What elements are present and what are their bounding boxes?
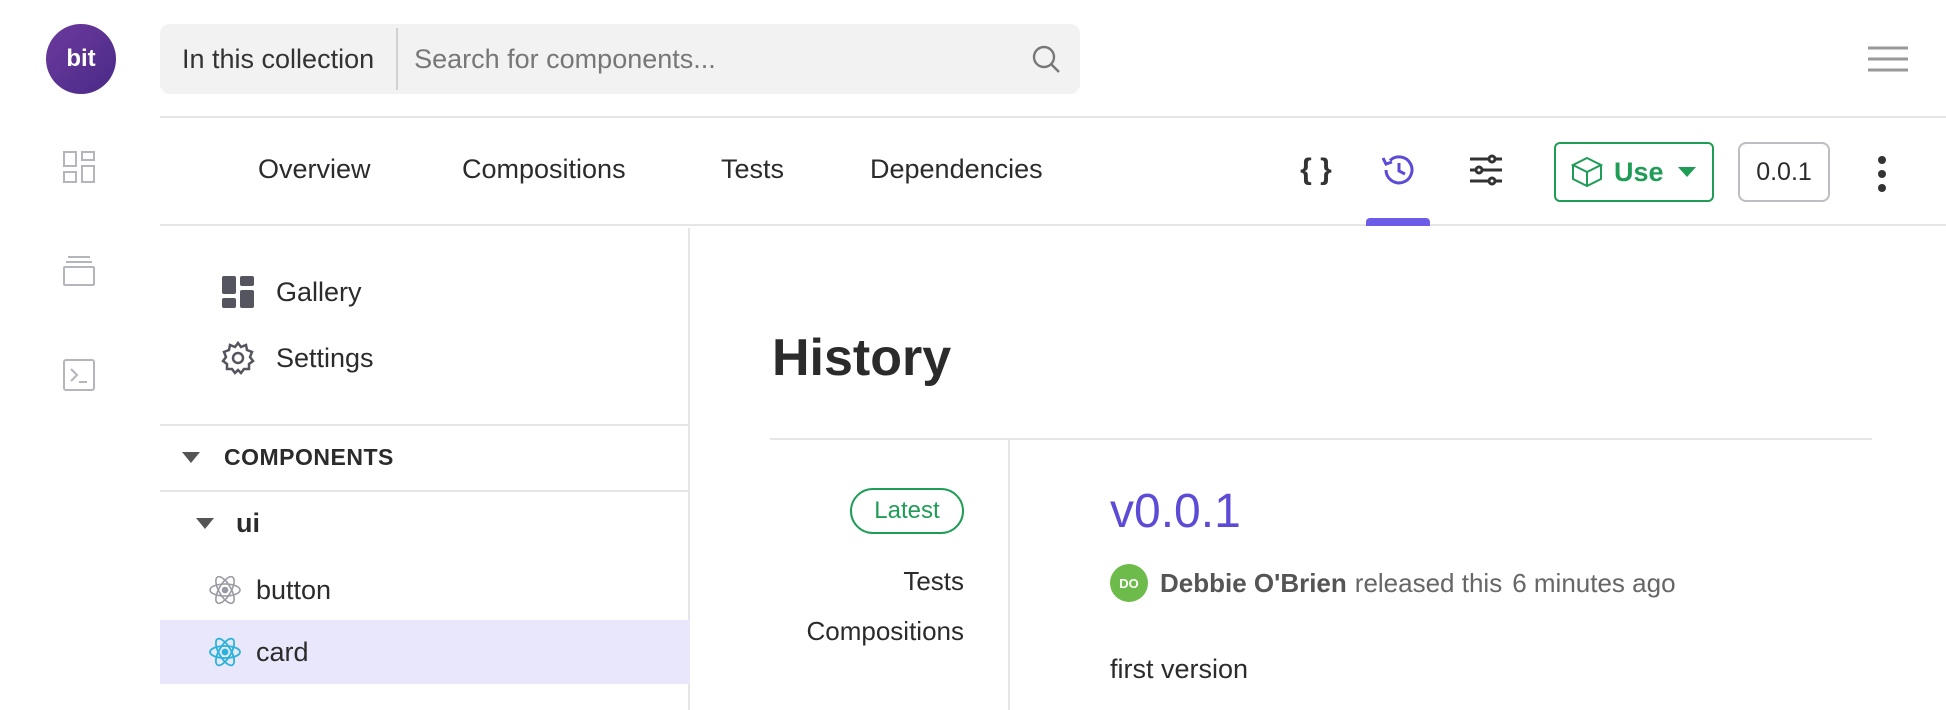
release-message: first version bbox=[1110, 654, 1249, 684]
search-icon[interactable] bbox=[1030, 43, 1062, 75]
version-title[interactable]: v0.0.1 bbox=[1110, 484, 1241, 539]
active-tab-indicator bbox=[1366, 218, 1430, 226]
tree-item-card[interactable]: card bbox=[160, 620, 690, 684]
compositions-link[interactable]: Compositions bbox=[764, 616, 964, 647]
settings-sliders-icon[interactable] bbox=[1466, 150, 1506, 190]
tree-namespace-ui[interactable]: ui bbox=[196, 508, 260, 539]
dashboard-icon[interactable] bbox=[62, 150, 96, 184]
react-icon bbox=[209, 637, 241, 667]
components-section-header[interactable]: COMPONENTS bbox=[160, 424, 690, 490]
tab-overview[interactable]: Overview bbox=[258, 154, 371, 185]
page-title: History bbox=[772, 329, 952, 387]
tests-link[interactable]: Tests bbox=[764, 566, 964, 597]
app-root: bit In this collection Overview Composit… bbox=[0, 0, 1946, 710]
release-time: 6 minutes ago bbox=[1512, 567, 1676, 598]
release-action: released this bbox=[1354, 567, 1503, 598]
react-icon bbox=[209, 575, 241, 605]
latest-badge: Latest bbox=[850, 488, 964, 534]
namespace-label: ui bbox=[236, 508, 260, 538]
gear-icon bbox=[221, 340, 255, 375]
version-selector[interactable]: 0.0.1 bbox=[1738, 142, 1830, 202]
bit-logo[interactable]: bit bbox=[46, 24, 116, 94]
terminal-icon[interactable] bbox=[62, 358, 96, 392]
history-icon[interactable] bbox=[1378, 150, 1418, 190]
use-button[interactable]: Use bbox=[1554, 142, 1714, 202]
side-panel: Gallery Settings COMPONENTS ui button ca… bbox=[160, 228, 690, 710]
code-icon[interactable]: { } bbox=[1294, 150, 1338, 190]
tree-item-label: button bbox=[256, 574, 332, 605]
tree-item-button[interactable]: button bbox=[160, 558, 690, 622]
tree-item-label: card bbox=[256, 636, 309, 667]
tab-compositions[interactable]: Compositions bbox=[462, 154, 626, 185]
sidebar-item-settings[interactable]: Settings bbox=[220, 340, 374, 376]
divider bbox=[160, 490, 690, 492]
search-bar: In this collection bbox=[160, 24, 1080, 94]
gallery-icon bbox=[222, 276, 254, 308]
divider bbox=[1008, 440, 1010, 710]
stack-icon[interactable] bbox=[62, 254, 96, 288]
collapse-triangle-icon bbox=[182, 451, 200, 463]
chevron-down-icon bbox=[1677, 167, 1696, 177]
search-input[interactable] bbox=[398, 43, 1030, 75]
sidebar-item-gallery[interactable]: Gallery bbox=[220, 274, 362, 310]
divider bbox=[770, 438, 1872, 440]
left-rail: bit bbox=[0, 0, 160, 710]
avatar[interactable]: DO bbox=[1110, 564, 1148, 602]
tab-dependencies[interactable]: Dependencies bbox=[870, 154, 1043, 185]
package-icon bbox=[1570, 156, 1604, 188]
sidebar-item-label: Settings bbox=[276, 342, 374, 373]
search-scope[interactable]: In this collection bbox=[160, 28, 399, 90]
tab-bar: Overview Compositions Tests Dependencies… bbox=[160, 118, 1946, 226]
author-name[interactable]: Debbie O'Brien bbox=[1160, 568, 1347, 599]
components-header-label: COMPONENTS bbox=[224, 443, 394, 470]
more-options-icon[interactable] bbox=[1874, 154, 1890, 194]
sidebar-item-label: Gallery bbox=[276, 276, 362, 307]
use-button-label: Use bbox=[1614, 156, 1664, 187]
collapse-triangle-icon bbox=[196, 518, 214, 529]
menu-icon[interactable] bbox=[1868, 44, 1908, 74]
tab-tests[interactable]: Tests bbox=[721, 154, 784, 185]
release-info: DO Debbie O'Brien released this 6 minute… bbox=[1110, 564, 1676, 602]
